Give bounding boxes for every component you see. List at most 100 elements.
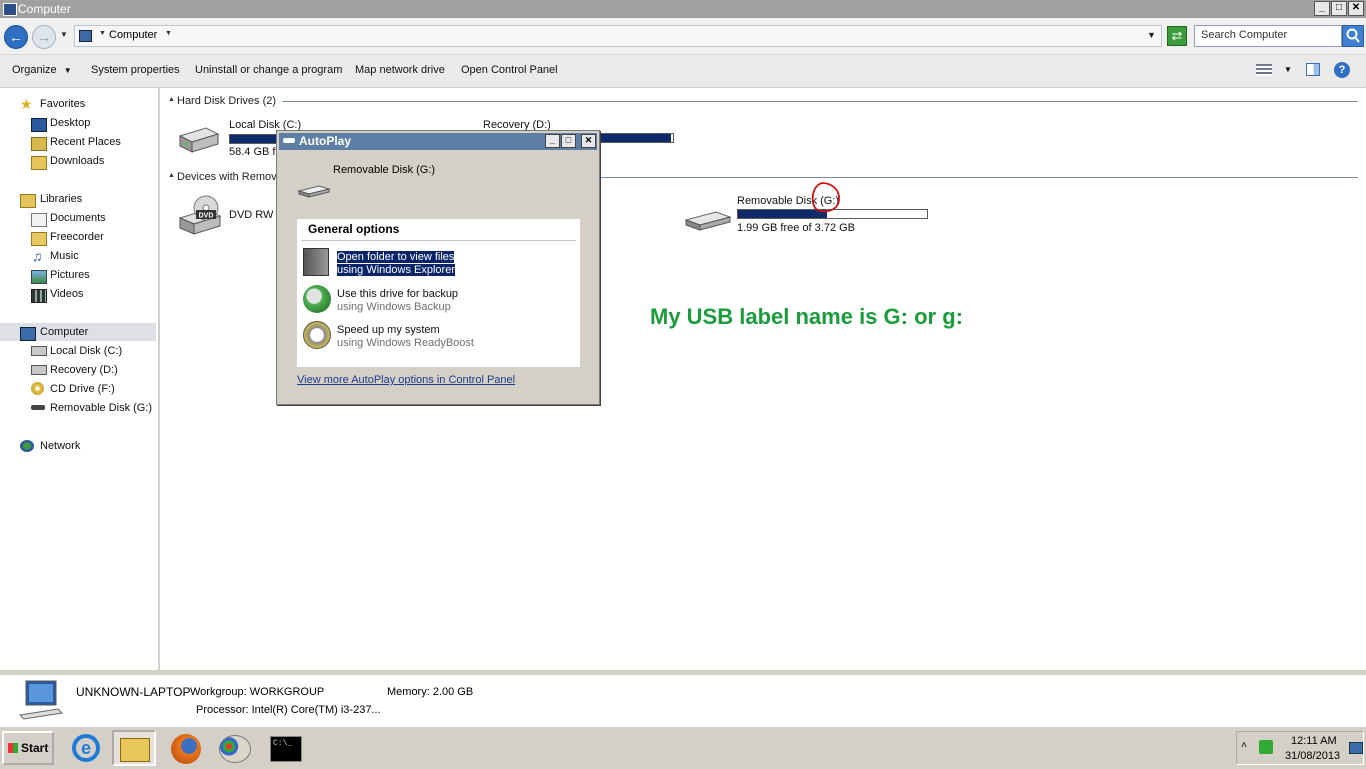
internet-explorer-button[interactable]: e <box>64 730 108 766</box>
svg-text:DVD: DVD <box>199 213 214 220</box>
notification-area: ˄ 12:11 AM 31/08/2013 <box>1236 731 1364 765</box>
sidebar-item-recovery-d[interactable]: Recovery (D:) <box>50 364 118 376</box>
cd-drive-icon <box>31 382 44 395</box>
hard-disk-icon <box>31 365 47 375</box>
sidebar-item-documents[interactable]: Documents <box>50 212 106 224</box>
computer-icon <box>20 327 36 341</box>
computer-icon <box>79 30 92 42</box>
sidebar-network[interactable]: Network <box>40 440 80 452</box>
collapse-arrow-icon[interactable]: ▲ <box>168 172 175 179</box>
windows-explorer-button[interactable] <box>112 730 156 766</box>
computer-icon <box>18 680 64 720</box>
collapse-arrow-icon[interactable]: ▲ <box>168 96 175 103</box>
refresh-button[interactable]: ⇄ <box>1167 26 1187 46</box>
address-path[interactable]: Computer <box>109 29 157 41</box>
firefox-icon <box>171 734 201 764</box>
option-open-folder-sub: using Windows Explorer <box>337 264 455 276</box>
option-open-folder-label: Open folder to view files <box>337 251 455 263</box>
windows-logo-icon <box>8 743 18 753</box>
minimize-button[interactable]: _ <box>545 134 560 148</box>
help-icon[interactable]: ? <box>1334 62 1350 78</box>
address-field[interactable]: ▼ Computer ▼ ▼ <box>74 25 1162 47</box>
documents-icon <box>31 213 47 227</box>
more-autoplay-options-link[interactable]: View more AutoPlay options in Control Pa… <box>297 374 515 386</box>
system-properties-button[interactable]: System properties <box>91 64 180 76</box>
usb-drive-icon <box>297 185 331 198</box>
search-icon[interactable] <box>1342 25 1364 47</box>
command-prompt-icon: C:\_ <box>270 736 302 762</box>
removable-storage-header[interactable]: Devices with Removable Storage <box>177 171 277 183</box>
window-title: Computer <box>18 2 71 16</box>
open-control-panel-button[interactable]: Open Control Panel <box>461 64 558 76</box>
recent-pages-dropdown-icon[interactable]: ▼ <box>60 30 68 39</box>
chevron-down-icon: ▼ <box>63 66 72 75</box>
desktop-icon <box>31 118 47 132</box>
map-network-drive-button[interactable]: Map network drive <box>355 64 445 76</box>
music-icon: ♫ <box>32 248 43 264</box>
forward-button[interactable]: → <box>32 25 56 49</box>
sidebar-item-local-disk-c[interactable]: Local Disk (C:) <box>50 345 122 357</box>
sidebar-computer[interactable]: Computer <box>40 326 88 338</box>
usb-drive-icon <box>283 138 295 143</box>
sidebar-libraries[interactable]: Libraries <box>40 193 82 205</box>
close-button[interactable]: ✕ <box>581 134 596 148</box>
maximize-button[interactable]: □ <box>561 134 576 148</box>
close-button[interactable]: ✕ <box>1348 1 1364 16</box>
show-hidden-icons-icon[interactable]: ˄ <box>1241 740 1247 751</box>
autoplay-device-name: Removable Disk (G:) <box>333 164 436 176</box>
internet-explorer-icon: e <box>72 734 100 762</box>
start-label: Start <box>21 741 49 755</box>
pictures-icon <box>31 270 47 284</box>
firefox-button[interactable] <box>164 730 208 766</box>
clock-time[interactable]: 12:11 AM <box>1291 735 1337 747</box>
paint-button[interactable] <box>213 730 257 766</box>
sidebar-item-downloads[interactable]: Downloads <box>50 155 104 167</box>
search-input[interactable]: Search Computer <box>1194 25 1342 47</box>
sidebar-item-removable-disk-g[interactable]: Removable Disk (G:) <box>50 402 152 414</box>
option-backup[interactable]: Use this drive for backup using Windows … <box>297 283 580 317</box>
action-center-icon[interactable] <box>1259 740 1273 754</box>
start-button[interactable]: Start <box>2 731 54 765</box>
change-view-icon[interactable] <box>1256 64 1272 76</box>
group-divider <box>282 101 1358 102</box>
sidebar-item-cd-drive-f[interactable]: CD Drive (F:) <box>50 383 115 395</box>
sidebar-item-pictures[interactable]: Pictures <box>50 269 90 281</box>
taskbar: Start e C:\_ ˄ 12:11 AM 31/08/2013 <box>0 726 1366 769</box>
dvd-drive-name: DVD RW Drive <box>229 209 277 221</box>
maximize-button[interactable]: □ <box>1331 1 1347 16</box>
local-disk-c-tile[interactable]: Local Disk (C:) 58.4 GB free <box>176 118 301 162</box>
sidebar-item-music[interactable]: Music <box>50 250 79 262</box>
preview-pane-icon[interactable] <box>1306 63 1320 76</box>
star-icon: ★ <box>20 96 33 112</box>
uninstall-program-button[interactable]: Uninstall or change a program <box>195 64 342 76</box>
command-prompt-button[interactable]: C:\_ <box>264 730 308 766</box>
option-readyboost[interactable]: Speed up my system using Windows ReadyBo… <box>297 319 580 353</box>
recent-places-icon <box>31 137 47 151</box>
sidebar-item-desktop[interactable]: Desktop <box>50 117 90 129</box>
organize-label: Organize <box>12 64 57 76</box>
folder-icon <box>31 232 47 246</box>
sidebar-item-videos[interactable]: Videos <box>50 288 83 300</box>
chevron-down-icon[interactable]: ▼ <box>1284 65 1292 74</box>
group-divider <box>600 177 1358 178</box>
option-open-folder[interactable]: Open folder to view files using Windows … <box>297 245 580 281</box>
minimize-button[interactable]: _ <box>1314 1 1330 16</box>
chevron-down-icon[interactable]: ▼ <box>165 30 172 37</box>
show-desktop-icon[interactable] <box>1349 742 1363 754</box>
annotation-text: My USB label name is G: or g: <box>650 304 963 329</box>
organize-button[interactable]: Organize ▼ <box>12 64 72 76</box>
folder-icon <box>120 738 150 762</box>
hard-disk-drives-header[interactable]: Hard Disk Drives (2) <box>177 95 276 107</box>
sidebar-item-freecorder[interactable]: Freecorder <box>50 231 104 243</box>
sidebar-item-recent-places[interactable]: Recent Places <box>50 136 121 148</box>
back-button[interactable]: ← <box>4 25 28 49</box>
removable-disk-g-free: 1.99 GB free of 3.72 GB <box>737 222 856 234</box>
chevron-down-icon[interactable]: ▼ <box>99 30 106 37</box>
dvd-drive-tile[interactable]: DVD DVD RW Drive <box>176 192 277 240</box>
workgroup: Workgroup: WORKGROUP <box>190 686 325 698</box>
clock-date[interactable]: 31/08/2013 <box>1285 750 1340 762</box>
address-history-dropdown-icon[interactable]: ▼ <box>1147 30 1156 40</box>
readyboost-icon <box>303 321 331 349</box>
network-icon <box>20 440 34 452</box>
sidebar-favorites[interactable]: Favorites <box>40 98 85 110</box>
